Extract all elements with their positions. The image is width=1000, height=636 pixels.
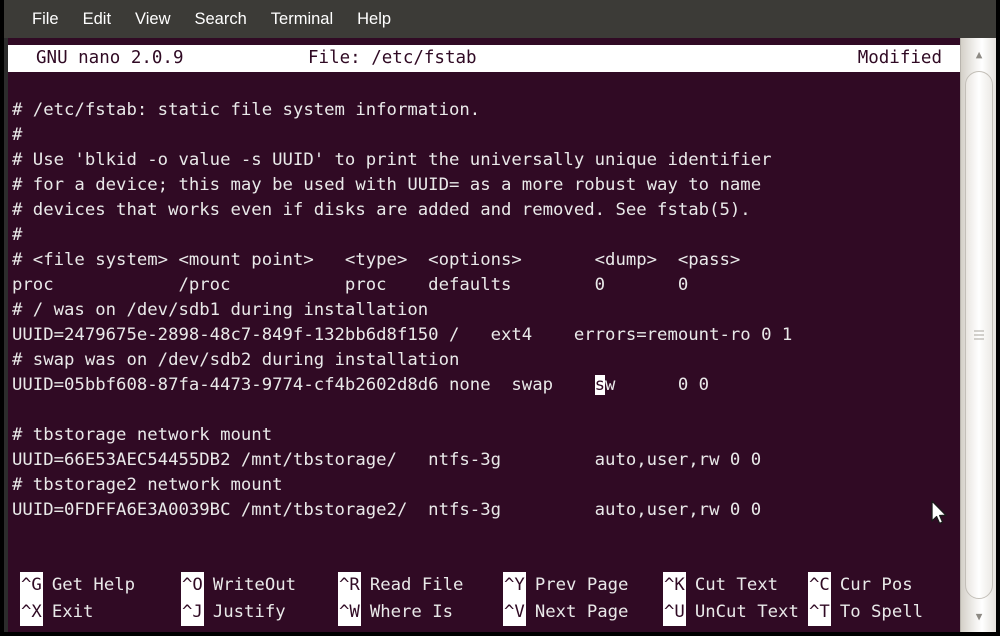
screen-root: File Edit View Search Terminal Help GNU … [0,0,1000,636]
shortcut-key: ^R [338,572,361,599]
terminal-window: File Edit View Search Terminal Help GNU … [4,0,996,632]
shortcut-label: Cur Pos [839,575,913,595]
editor-line[interactable]: UUID=2479675e-2898-48c7-849f-132bb6d8f15… [8,323,960,348]
shortcut-key: ^U [663,599,686,626]
menu-item-terminal[interactable]: Terminal [259,7,345,32]
editor-line[interactable]: # Use 'blkid -o value -s UUID' to print … [8,148,960,173]
nano-title-bar: GNU nano 2.0.9 File: /etc/fstab Modified [8,45,960,72]
editor-line[interactable] [8,398,960,423]
shortcut-key: ^T [808,599,831,626]
menu-bar: File Edit View Search Terminal Help [4,0,996,38]
shortcut-ctrl-t[interactable]: ^T To Spell [808,599,923,626]
shortcut-label: WriteOut [212,575,297,595]
shortcut-row-secondary: ^X Exit ^J Justify ^W Where Is ^V Next Page ^U Un… [8,599,960,626]
shortcut-key: ^V [503,599,526,626]
nano-status-badge: Modified [857,48,942,68]
shortcut-key: ^X [20,599,43,626]
shortcut-ctrl-o[interactable]: ^O WriteOut [181,572,296,599]
scroll-up-arrow-icon[interactable]: ▲ [964,41,994,67]
shortcut-key: ^W [338,599,361,626]
shortcut-label: Justify [212,602,286,622]
nano-version-label: GNU nano 2.0.9 [36,48,184,68]
shortcut-ctrl-k[interactable]: ^K Cut Text [663,572,778,599]
shortcut-label: Get Help [51,575,136,595]
editor-line[interactable]: UUID=05bbf608-87fa-4473-9774-cf4b2602d8d… [8,373,960,398]
shortcut-label: Next Page [534,602,629,622]
scrollbar-thumb[interactable] [965,71,993,599]
shortcut-label: Prev Page [534,575,629,595]
text-cursor: s [594,375,606,395]
shortcut-key: ^O [181,572,204,599]
shortcut-row-primary: ^G Get Help ^O WriteOut ^R Read File ^Y Prev Pa… [8,572,960,599]
nano-file-label: File: /etc/fstab [308,48,477,68]
menu-item-help[interactable]: Help [345,7,403,32]
editor-line[interactable]: # /etc/fstab: static file system informa… [8,98,960,123]
scroll-down-arrow-icon[interactable]: ▼ [964,603,994,629]
shortcut-key: ^J [181,599,204,626]
shortcut-label: Exit [51,602,94,622]
editor-line[interactable]: # tbstorage2 network mount [8,473,960,498]
menu-item-edit[interactable]: Edit [71,7,123,32]
shortcut-label: Cut Text [694,575,779,595]
shortcut-key: ^C [808,572,831,599]
editor-line[interactable]: # [8,123,960,148]
editor-line[interactable]: # <file system> <mount point> <type> <op… [8,248,960,273]
shortcut-label: To Spell [839,602,924,622]
shortcut-label: Where Is [369,602,454,622]
shortcut-key: ^G [20,572,43,599]
editor-line[interactable]: # devices that works even if disks are a… [8,198,960,223]
shortcut-ctrl-j[interactable]: ^J Justify [181,599,286,626]
editor-line[interactable]: # [8,223,960,248]
shortcut-ctrl-r[interactable]: ^R Read File [338,572,463,599]
terminal-body[interactable]: GNU nano 2.0.9 File: /etc/fstab Modified… [8,38,960,632]
shortcut-label: UnCut Text [694,602,799,622]
editor-line[interactable]: UUID=0FDFFA6E3A0039BC /mnt/tbstorage2/ n… [8,498,960,523]
shortcut-ctrl-c[interactable]: ^C Cur Pos [808,572,913,599]
editor-line[interactable]: UUID=66E53AEC54455DB2 /mnt/tbstorage/ nt… [8,448,960,473]
nano-shortcut-bar: ^G Get Help ^O WriteOut ^R Read File ^Y Prev Pa… [8,572,960,626]
shortcut-ctrl-u[interactable]: ^U UnCut Text [663,599,799,626]
editor-line[interactable]: # swap was on /dev/sdb2 during installat… [8,348,960,373]
editor-line[interactable]: # tbstorage network mount [8,423,960,448]
scrollbar-grip-icon [974,330,984,340]
shortcut-ctrl-x[interactable]: ^X Exit [20,599,93,626]
editor-content[interactable]: # /etc/fstab: static file system informa… [8,98,960,523]
shortcut-ctrl-v[interactable]: ^V Next Page [503,599,628,626]
editor-line[interactable]: # / was on /dev/sdb1 during installation [8,298,960,323]
menu-item-file[interactable]: File [20,7,71,32]
shortcut-ctrl-y[interactable]: ^Y Prev Page [503,572,628,599]
shortcut-label: Read File [369,575,464,595]
terminal-scrollbar[interactable]: ▲ ▼ [960,38,996,632]
menu-item-view[interactable]: View [123,7,182,32]
shortcut-key: ^K [663,572,686,599]
editor-line[interactable]: # for a device; this may be used with UU… [8,173,960,198]
shortcut-key: ^Y [503,572,526,599]
editor-line[interactable]: proc /proc proc defaults 0 0 [8,273,960,298]
shortcut-ctrl-g[interactable]: ^G Get Help [20,572,135,599]
shortcut-ctrl-w[interactable]: ^W Where Is [338,599,453,626]
menu-item-search[interactable]: Search [183,7,259,32]
